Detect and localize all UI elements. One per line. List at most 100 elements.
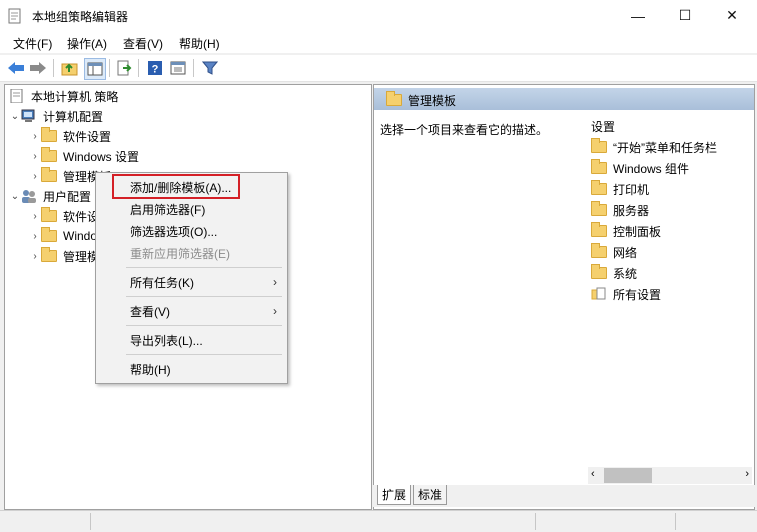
computer-icon xyxy=(21,109,35,122)
details-pane: 管理模板 选择一个项目来查看它的描述。 设置 “开始”菜单和任务栏 Window… xyxy=(373,84,755,510)
filter-icon[interactable] xyxy=(200,58,220,78)
details-header: 管理模板 xyxy=(374,88,754,110)
tree-item-label: 软件设 xyxy=(63,209,100,224)
status-bar xyxy=(0,510,757,532)
back-arrow-icon[interactable] xyxy=(6,58,26,78)
menu-item-filter-options[interactable]: 筛选器选项(O)... xyxy=(96,220,287,242)
minimize-button[interactable]: — xyxy=(615,0,661,31)
close-button[interactable]: ✕ xyxy=(709,0,755,31)
menu-separator xyxy=(126,354,282,355)
app-window: 本地组策略编辑器 — ☐ ✕ 文件(F) 操作(A) 查看(V) 帮助(H) ? xyxy=(0,0,757,532)
tab-standard[interactable]: 标准 xyxy=(413,485,448,505)
menu-separator xyxy=(126,296,282,297)
chevron-right-icon[interactable]: › xyxy=(29,151,41,162)
folder-icon xyxy=(386,91,402,106)
column-header-setting[interactable]: 设置 xyxy=(591,118,615,135)
up-folder-icon[interactable] xyxy=(60,58,80,78)
submenu-arrow-icon: › xyxy=(273,275,277,289)
folder-icon xyxy=(591,201,607,216)
show-hide-tree-icon[interactable] xyxy=(84,58,106,80)
list-item-label: 系统 xyxy=(613,266,638,281)
tree-item-user-software[interactable]: › 软件设 xyxy=(29,206,99,226)
menu-view[interactable]: 查看(V) xyxy=(123,35,163,52)
chevron-right-icon[interactable]: › xyxy=(29,211,41,222)
tree-item-label: 用户配置 xyxy=(43,189,92,204)
tree-item-computer-config[interactable]: ⌄ 计算机配置 xyxy=(9,106,103,126)
chevron-down-icon[interactable]: ⌄ xyxy=(9,191,21,202)
list-item[interactable]: 系统 xyxy=(591,263,637,283)
folder-icon xyxy=(41,147,57,162)
list-item[interactable]: 网络 xyxy=(591,242,637,262)
folder-icon xyxy=(591,243,607,258)
list-item[interactable]: 服务器 xyxy=(591,200,649,220)
tree-item-software-settings[interactable]: › 软件设置 xyxy=(29,126,111,146)
folder-icon xyxy=(591,159,607,174)
tree-item-label: 计算机配置 xyxy=(43,109,104,124)
chevron-right-icon[interactable]: › xyxy=(29,231,41,242)
chevron-right-icon[interactable]: › xyxy=(29,171,41,182)
list-item[interactable]: Windows 组件 xyxy=(591,158,689,178)
toolbar-separator xyxy=(138,59,139,77)
users-icon xyxy=(22,190,36,203)
scroll-right-icon[interactable]: › xyxy=(745,468,749,480)
status-divider xyxy=(675,513,676,530)
menu-item-export-list[interactable]: 导出列表(L)... xyxy=(96,329,287,351)
list-item-label: 网络 xyxy=(613,245,638,260)
menu-help[interactable]: 帮助(H) xyxy=(179,35,220,52)
folder-icon xyxy=(591,138,607,153)
chevron-right-icon[interactable]: › xyxy=(29,131,41,142)
tree-item-root[interactable]: 本地计算机 策略 xyxy=(9,86,118,106)
folder-icon xyxy=(41,247,57,262)
horizontal-scrollbar[interactable]: ‹ › xyxy=(588,467,752,484)
scrollbar-thumb[interactable] xyxy=(604,468,652,483)
properties-icon[interactable] xyxy=(168,58,188,78)
list-item[interactable]: 所有设置 xyxy=(591,284,661,304)
list-item[interactable]: “开始”菜单和任务栏 xyxy=(591,137,717,157)
status-divider xyxy=(535,513,536,530)
title-bar: 本地组策略编辑器 — ☐ ✕ xyxy=(0,0,757,31)
menu-separator xyxy=(126,325,282,326)
menu-separator xyxy=(126,267,282,268)
folder-icon xyxy=(41,127,57,142)
window-title: 本地组策略编辑器 xyxy=(32,10,129,24)
view-tabs: 扩展 标准 xyxy=(373,485,755,507)
export-list-icon[interactable] xyxy=(114,58,134,78)
folder-icon xyxy=(591,264,607,279)
scroll-left-icon[interactable]: ‹ xyxy=(591,468,595,480)
list-item[interactable]: 打印机 xyxy=(591,179,649,199)
chevron-right-icon[interactable]: › xyxy=(29,251,41,262)
menu-bar: 文件(F) 操作(A) 查看(V) 帮助(H) xyxy=(0,31,757,53)
svg-text:?: ? xyxy=(152,64,159,76)
menu-item-view[interactable]: 查看(V) › xyxy=(96,300,287,322)
list-item-label: “开始”菜单和任务栏 xyxy=(613,140,717,155)
tab-extended[interactable]: 扩展 xyxy=(377,485,412,505)
list-item-label: 控制面板 xyxy=(613,224,662,239)
description-text: 选择一个项目来查看它的描述。 xyxy=(380,123,549,137)
help-icon[interactable]: ? xyxy=(145,58,165,78)
tree-item-label: Windows 设置 xyxy=(63,149,140,164)
highlight-box xyxy=(112,174,240,199)
folder-icon xyxy=(41,207,57,222)
tree-item-label: Windo xyxy=(63,229,98,243)
policy-document-icon xyxy=(10,89,23,103)
menu-action[interactable]: 操作(A) xyxy=(67,35,107,52)
maximize-button[interactable]: ☐ xyxy=(662,0,708,31)
tree-item-user-admin[interactable]: › 管理模 xyxy=(29,246,99,266)
tree-item-user-windows[interactable]: › Windo xyxy=(29,226,97,246)
details-title: 管理模板 xyxy=(408,94,457,108)
folder-icon xyxy=(591,180,607,195)
tree-item-user-config[interactable]: ⌄ 用户配置 xyxy=(9,186,91,206)
forward-arrow-icon[interactable] xyxy=(28,58,48,78)
menu-item-all-tasks[interactable]: 所有任务(K) › xyxy=(96,271,287,293)
menu-item-help[interactable]: 帮助(H) xyxy=(96,358,287,380)
folder-icon xyxy=(591,222,607,237)
tree-item-windows-settings[interactable]: › Windows 设置 xyxy=(29,146,139,166)
menu-file[interactable]: 文件(F) xyxy=(13,35,52,52)
menu-item-label: 帮助(H) xyxy=(130,362,171,377)
status-divider xyxy=(90,513,91,530)
list-item[interactable]: 控制面板 xyxy=(591,221,661,241)
menu-item-enable-filter[interactable]: 启用筛选器(F) xyxy=(96,198,287,220)
toolbar-separator xyxy=(193,59,194,77)
chevron-down-icon[interactable]: ⌄ xyxy=(9,111,21,122)
list-item-label: Windows 组件 xyxy=(613,161,690,176)
